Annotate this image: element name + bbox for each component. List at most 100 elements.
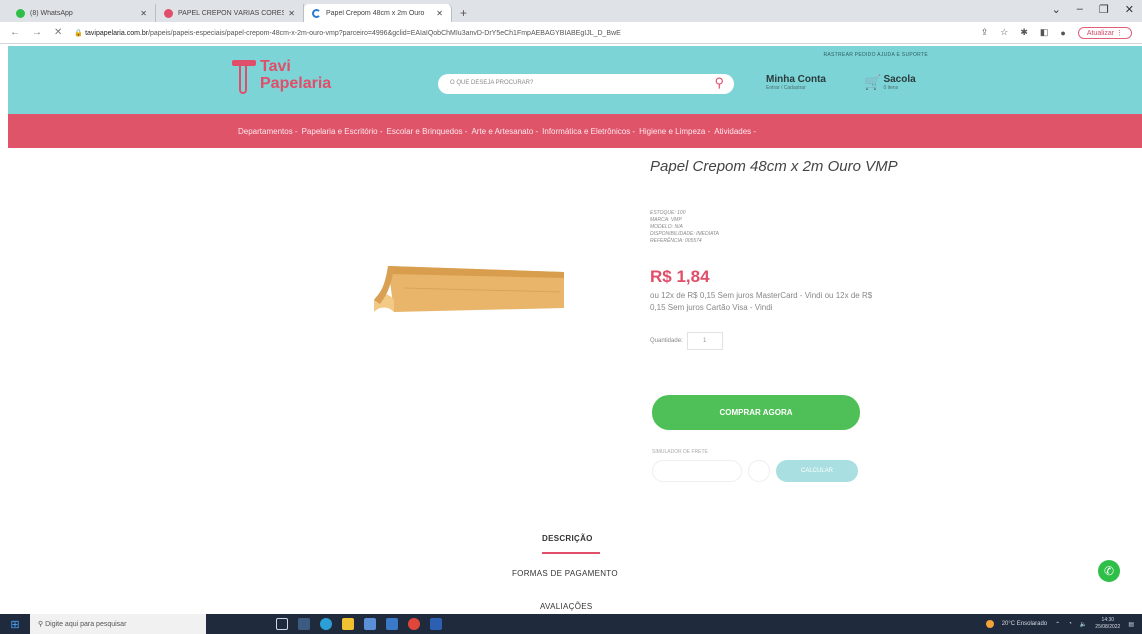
chrome-icon[interactable] xyxy=(408,618,420,630)
search-input[interactable]: O QUE DESEJA PROCURAR? ⚲ xyxy=(438,74,734,94)
logo-mark-icon xyxy=(232,60,256,96)
google-icon xyxy=(164,8,173,18)
active-tab-underline xyxy=(542,552,600,554)
spec-reference: REFERÊNCIA: 005574 xyxy=(650,238,702,244)
system-tray: 20°C Ensolarado ⌃ ◔ 🔈 14:30 25/08/2022 ▤ xyxy=(985,614,1134,634)
stop-icon[interactable]: ✕ xyxy=(54,27,62,38)
volume-icon[interactable]: 🔈 xyxy=(1080,621,1087,628)
logo-line-1: Tavi xyxy=(260,58,291,75)
nav-item-atividades[interactable]: Atividades - xyxy=(714,127,756,136)
browser-tab-strip: (8) WhatsApp ✕ PAPEL CREPON VÁRIAS CORES… xyxy=(0,0,1142,22)
whatsapp-icon xyxy=(16,8,25,18)
new-tab-button[interactable]: + xyxy=(460,6,467,20)
forward-icon[interactable]: → xyxy=(32,27,42,38)
browser-tab-search[interactable]: PAPEL CREPON VÁRIAS CORES ✕ xyxy=(156,4,304,22)
account-link[interactable]: Minha Conta Entrar / Cadastrar xyxy=(766,74,826,91)
product-specs: ESTOQUE: 100 MARCA: VMP MODELO: N/A DISP… xyxy=(650,210,910,245)
share-icon[interactable]: ⇪ xyxy=(981,27,989,38)
clock-time: 14:30 xyxy=(1101,617,1115,623)
tab-payment-methods[interactable]: FORMAS DE PAGAMENTO xyxy=(512,569,618,578)
tab-description[interactable]: DESCRIÇÃO xyxy=(542,534,593,543)
task-view-icon[interactable] xyxy=(276,618,288,630)
nav-item-escolar[interactable]: Escolar e Brinquedos - xyxy=(387,127,468,136)
close-window-icon[interactable]: ✕ xyxy=(1125,3,1134,16)
back-icon[interactable]: ← xyxy=(10,27,20,38)
nav-item-higiene[interactable]: Higiene e Limpeza - xyxy=(639,127,710,136)
store-icon[interactable] xyxy=(364,618,376,630)
department-nav: Departamentos - Papelaria e Escritório -… xyxy=(8,114,1142,148)
tab-title: Papel Crepom 48cm x 2m Ouro xyxy=(326,9,425,17)
taskbar-search-placeholder: Digite aqui para pesquisar xyxy=(45,620,127,628)
whatsapp-chat-icon[interactable]: ✆ xyxy=(1098,560,1120,582)
weather-text[interactable]: 20°C Ensolarado xyxy=(1002,621,1047,627)
logo-line-2: Papelaria xyxy=(260,75,332,92)
quantity-row: Quantidade: 1 xyxy=(650,332,910,350)
quantity-input[interactable]: 1 xyxy=(686,332,723,350)
browser-tab-product[interactable]: Papel Crepom 48cm x 2m Ouro ✕ xyxy=(304,4,452,22)
network-icon[interactable]: ◔ xyxy=(1068,621,1072,627)
lock-icon: 🔒 xyxy=(74,29,86,37)
tab-search-icon[interactable]: ⌄ xyxy=(1052,3,1061,16)
profile-icon[interactable]: ● xyxy=(1060,28,1065,38)
cep-suffix-input[interactable] xyxy=(748,460,770,482)
maximize-icon[interactable]: ❐ xyxy=(1099,3,1109,16)
search-icon[interactable]: ⚲ xyxy=(714,75,724,91)
cep-input[interactable] xyxy=(652,460,742,482)
close-tab-icon[interactable]: ✕ xyxy=(436,9,443,18)
tab-title: PAPEL CREPON VÁRIAS CORES xyxy=(178,9,285,17)
taskbar: ⊞ ⚲ Digite aqui para pesquisar 20°C Enso… xyxy=(0,614,1142,634)
site-header: RASTREAR PEDIDO AJUDA E SUPORTE Tavi Pap… xyxy=(8,46,1142,114)
nav-item-arte[interactable]: Arte e Artesanato - xyxy=(471,127,538,136)
mail-icon[interactable] xyxy=(386,618,398,630)
spec-brand: MARCA: VMP xyxy=(650,217,682,223)
taskbar-apps xyxy=(276,618,442,630)
close-tab-icon[interactable]: ✕ xyxy=(288,9,295,18)
buy-now-button[interactable]: COMPRAR AGORA xyxy=(652,395,860,430)
extensions-icon[interactable]: ✱ xyxy=(1020,27,1028,38)
url-path: /papeis/papeis-especiais/papel-crepom-48… xyxy=(148,29,621,37)
tab-reviews[interactable]: AVALIAÇÕES xyxy=(540,602,593,611)
product-price: R$ 1,84 xyxy=(650,267,710,286)
update-label: Atualizar xyxy=(1086,29,1115,37)
calculate-freight-button[interactable]: CALCULAR xyxy=(776,460,858,482)
file-explorer-icon[interactable] xyxy=(342,618,354,630)
edge-icon[interactable] xyxy=(320,618,332,630)
cart-subtitle: 0 itens xyxy=(883,85,899,91)
quantity-label: Quantidade: xyxy=(650,338,683,344)
cart-icon: 🛒 xyxy=(864,74,882,90)
url-host: tavipapelaria.com.br xyxy=(85,29,149,37)
address-bar: ← → ✕ 🔒 tavipapelaria.com.br/papeis/pape… xyxy=(0,22,1142,44)
nav-item-departamentos[interactable]: Departamentos - xyxy=(238,127,298,136)
product-image[interactable] xyxy=(374,256,568,316)
word-icon[interactable] xyxy=(430,618,442,630)
installments-text: ou 12x de R$ 0,15 Sem juros MasterCard -… xyxy=(650,291,873,312)
nav-item-papelaria[interactable]: Papelaria e Escritório - xyxy=(302,127,383,136)
top-links[interactable]: RASTREAR PEDIDO AJUDA E SUPORTE xyxy=(823,52,928,58)
cart-title: Sacola xyxy=(883,74,916,85)
site-logo[interactable]: Tavi Papelaria xyxy=(232,58,344,100)
account-subtitle: Entrar / Cadastrar xyxy=(766,85,806,91)
minimize-icon[interactable]: – xyxy=(1077,3,1083,16)
weather-icon xyxy=(985,620,994,628)
taskbar-search-icon: ⚲ xyxy=(38,621,46,628)
search-placeholder: O QUE DESEJA PROCURAR? xyxy=(450,80,534,86)
url-field[interactable]: 🔒 tavipapelaria.com.br/papeis/papeis-esp… xyxy=(74,29,980,37)
windows-start-icon[interactable]: ⊞ xyxy=(0,614,30,634)
update-button[interactable]: Atualizar ⋮ xyxy=(1077,26,1132,39)
sidebar-icon[interactable]: ◧ xyxy=(1040,27,1049,38)
close-tab-icon[interactable]: ✕ xyxy=(140,9,147,18)
widgets-icon[interactable] xyxy=(298,618,310,630)
notifications-icon[interactable]: ▤ xyxy=(1128,621,1134,628)
bookmark-star-icon[interactable]: ☆ xyxy=(1000,27,1008,38)
clock[interactable]: 14:30 25/08/2022 xyxy=(1095,617,1120,631)
tray-chevron-icon[interactable]: ⌃ xyxy=(1055,621,1060,628)
clock-date: 25/08/2022 xyxy=(1095,624,1121,630)
cart-link[interactable]: 🛒 Sacola 0 itens xyxy=(864,74,916,91)
spec-stock: ESTOQUE: 100 xyxy=(650,210,686,216)
account-title: Minha Conta xyxy=(766,74,826,85)
taskbar-search-input[interactable]: ⚲ Digite aqui para pesquisar xyxy=(30,614,206,634)
nav-item-informatica[interactable]: Informática e Eletrônicos - xyxy=(542,127,635,136)
browser-tab-whatsapp[interactable]: (8) WhatsApp ✕ xyxy=(8,4,156,22)
product-title: Papel Crepom 48cm x 2m Ouro VMP xyxy=(650,158,898,175)
freight-simulator-label: SIMULADOR DE FRETE xyxy=(652,449,708,455)
